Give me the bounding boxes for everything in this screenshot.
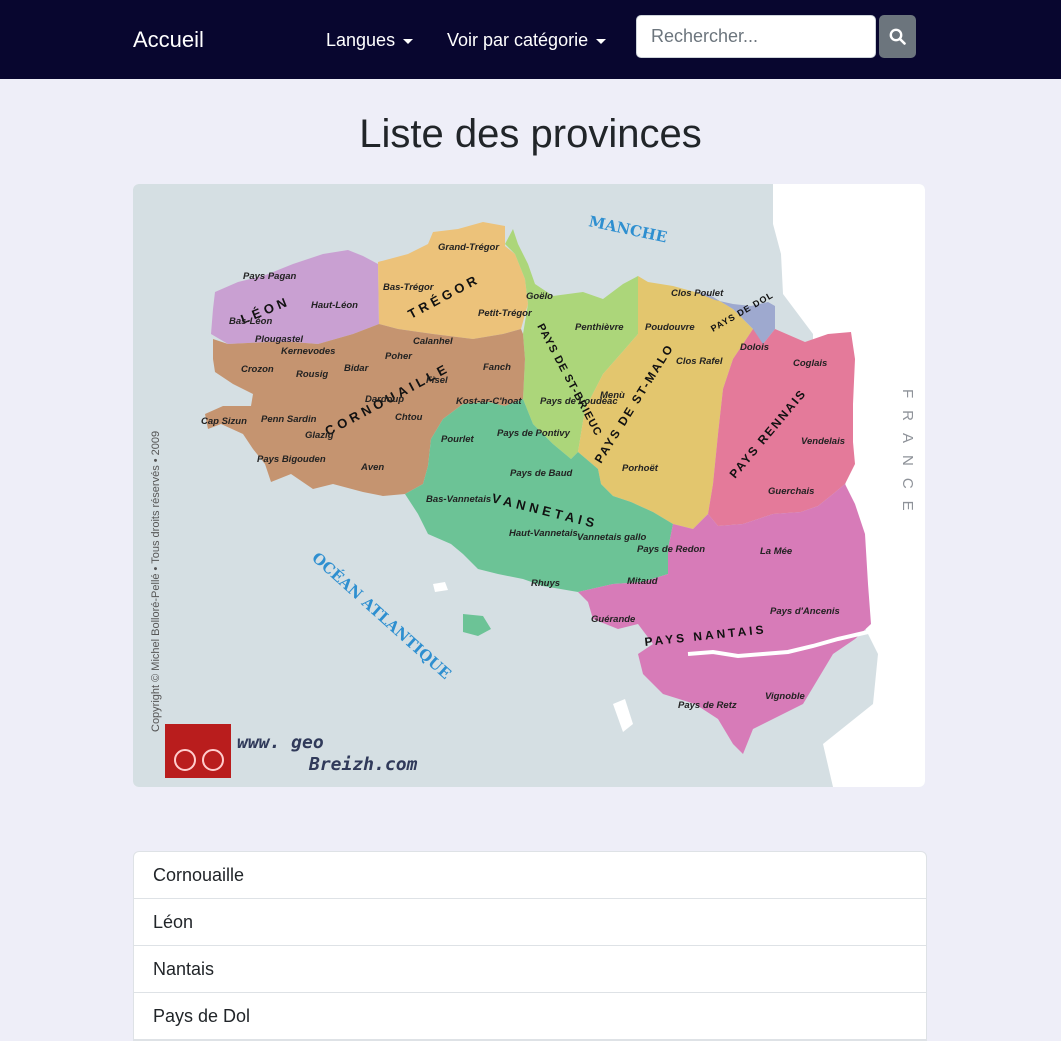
place-bidar: Bidar (344, 363, 370, 374)
province-item-pays-de-dol[interactable]: Pays de Dol (134, 993, 926, 1040)
logo-text-breizh: Breizh.com (308, 754, 418, 775)
place-bas-vannetais: Bas-Vannetais (426, 494, 491, 505)
place-crozon: Crozon (241, 364, 274, 375)
place-fisel: Fisel (426, 375, 448, 386)
place-rhuys: Rhuys (531, 578, 560, 589)
search-button[interactable] (879, 15, 916, 58)
place-pays-loudeac: Pays de Loudéac (540, 396, 618, 407)
place-plougastel: Plougastel (255, 334, 303, 345)
place-fanch: Fanch (483, 362, 511, 373)
place-chtou: Chtou (395, 412, 423, 423)
place-pays-retz: Pays de Retz (678, 700, 737, 711)
brand-home-link[interactable]: Accueil (133, 27, 204, 53)
place-penn-sardin: Penn Sardin (261, 414, 317, 425)
place-coglais: Coglais (793, 358, 827, 369)
place-bas-tregor: Bas-Trégor (383, 282, 435, 293)
place-la-mee: La Mée (760, 546, 793, 557)
provinces-list: Cornouaille Léon Nantais Pays de Dol (133, 851, 927, 1041)
place-mitaud: Mitaud (627, 576, 658, 587)
place-pays-pagan: Pays Pagan (243, 271, 297, 282)
categories-dropdown[interactable]: Voir par catégorie (447, 30, 607, 50)
place-dolois: Dolois (740, 342, 769, 353)
place-bas-leon: Bas-Léon (229, 316, 272, 327)
place-vannetais-gallo: Vannetais gallo (577, 532, 647, 543)
place-clos-poulet: Clos Poulet (671, 288, 724, 299)
place-rousig: Rousig (296, 369, 328, 380)
place-pays-baud: Pays de Baud (510, 468, 572, 479)
place-vendelais: Vendelais (801, 436, 845, 447)
navbar: Accueil Langues Voir par catégorie (0, 0, 1061, 79)
place-grand-tregor: Grand-Trégor (438, 242, 500, 253)
place-poher: Poher (385, 351, 413, 362)
place-pourlet: Pourlet (441, 434, 475, 445)
place-petit-tregor: Petit-Trégor (478, 308, 533, 319)
logo-text-www: www. geo (237, 732, 324, 753)
place-pays-bigouden: Pays Bigouden (257, 454, 326, 465)
place-penthievre: Penthièvre (575, 322, 624, 333)
copyright-text: Copyright © Michel Bolloré-Pellé • Tous … (150, 431, 162, 732)
place-haut-leon: Haut-Léon (311, 300, 358, 311)
country-label-france: FRANCE (899, 389, 916, 523)
place-glazig: Glazig (305, 430, 334, 441)
place-kernevodes: Kernevodes (281, 346, 335, 357)
caret-down-icon (403, 38, 414, 44)
place-kost-ar-choat: Kost-ar-C'hoat (456, 396, 522, 407)
province-item-leon[interactable]: Léon (134, 899, 926, 946)
place-porhoet: Porhoët (622, 463, 659, 474)
place-guerchais: Guerchais (768, 486, 814, 497)
place-dardoup: Dardoup (365, 394, 404, 405)
page-title: Liste des provinces (359, 112, 702, 156)
place-pays-redon: Pays de Redon (637, 544, 705, 555)
place-aven: Aven (360, 462, 384, 473)
place-cap-sizun: Cap Sizun (201, 416, 247, 427)
categories-label: Voir par catégorie (447, 30, 589, 50)
search-icon (889, 28, 906, 45)
languages-label: Langues (326, 30, 396, 50)
place-pays-pontivy: Pays de Pontivy (497, 428, 571, 439)
place-goelo: Goëlo (526, 291, 553, 302)
place-guerande: Guérande (591, 614, 636, 625)
place-vignoble: Vignoble (765, 691, 805, 702)
place-calanhel: Calanhel (413, 336, 453, 347)
place-clos-rafel: Clos Rafel (676, 356, 723, 367)
provinces-map: MANCHE OCÉAN ATLANTIQUE FRANCE Copyright… (133, 184, 925, 787)
place-haut-vannetais: Haut-Vannetais (509, 528, 578, 539)
languages-dropdown[interactable]: Langues (326, 30, 414, 50)
search-input[interactable] (636, 15, 876, 58)
province-item-cornouaille[interactable]: Cornouaille (134, 852, 926, 899)
caret-down-icon (596, 38, 607, 44)
province-item-nantais[interactable]: Nantais (134, 946, 926, 993)
place-poudouvre: Poudouvre (645, 322, 695, 333)
place-pays-ancenis: Pays d'Ancenis (770, 606, 840, 617)
